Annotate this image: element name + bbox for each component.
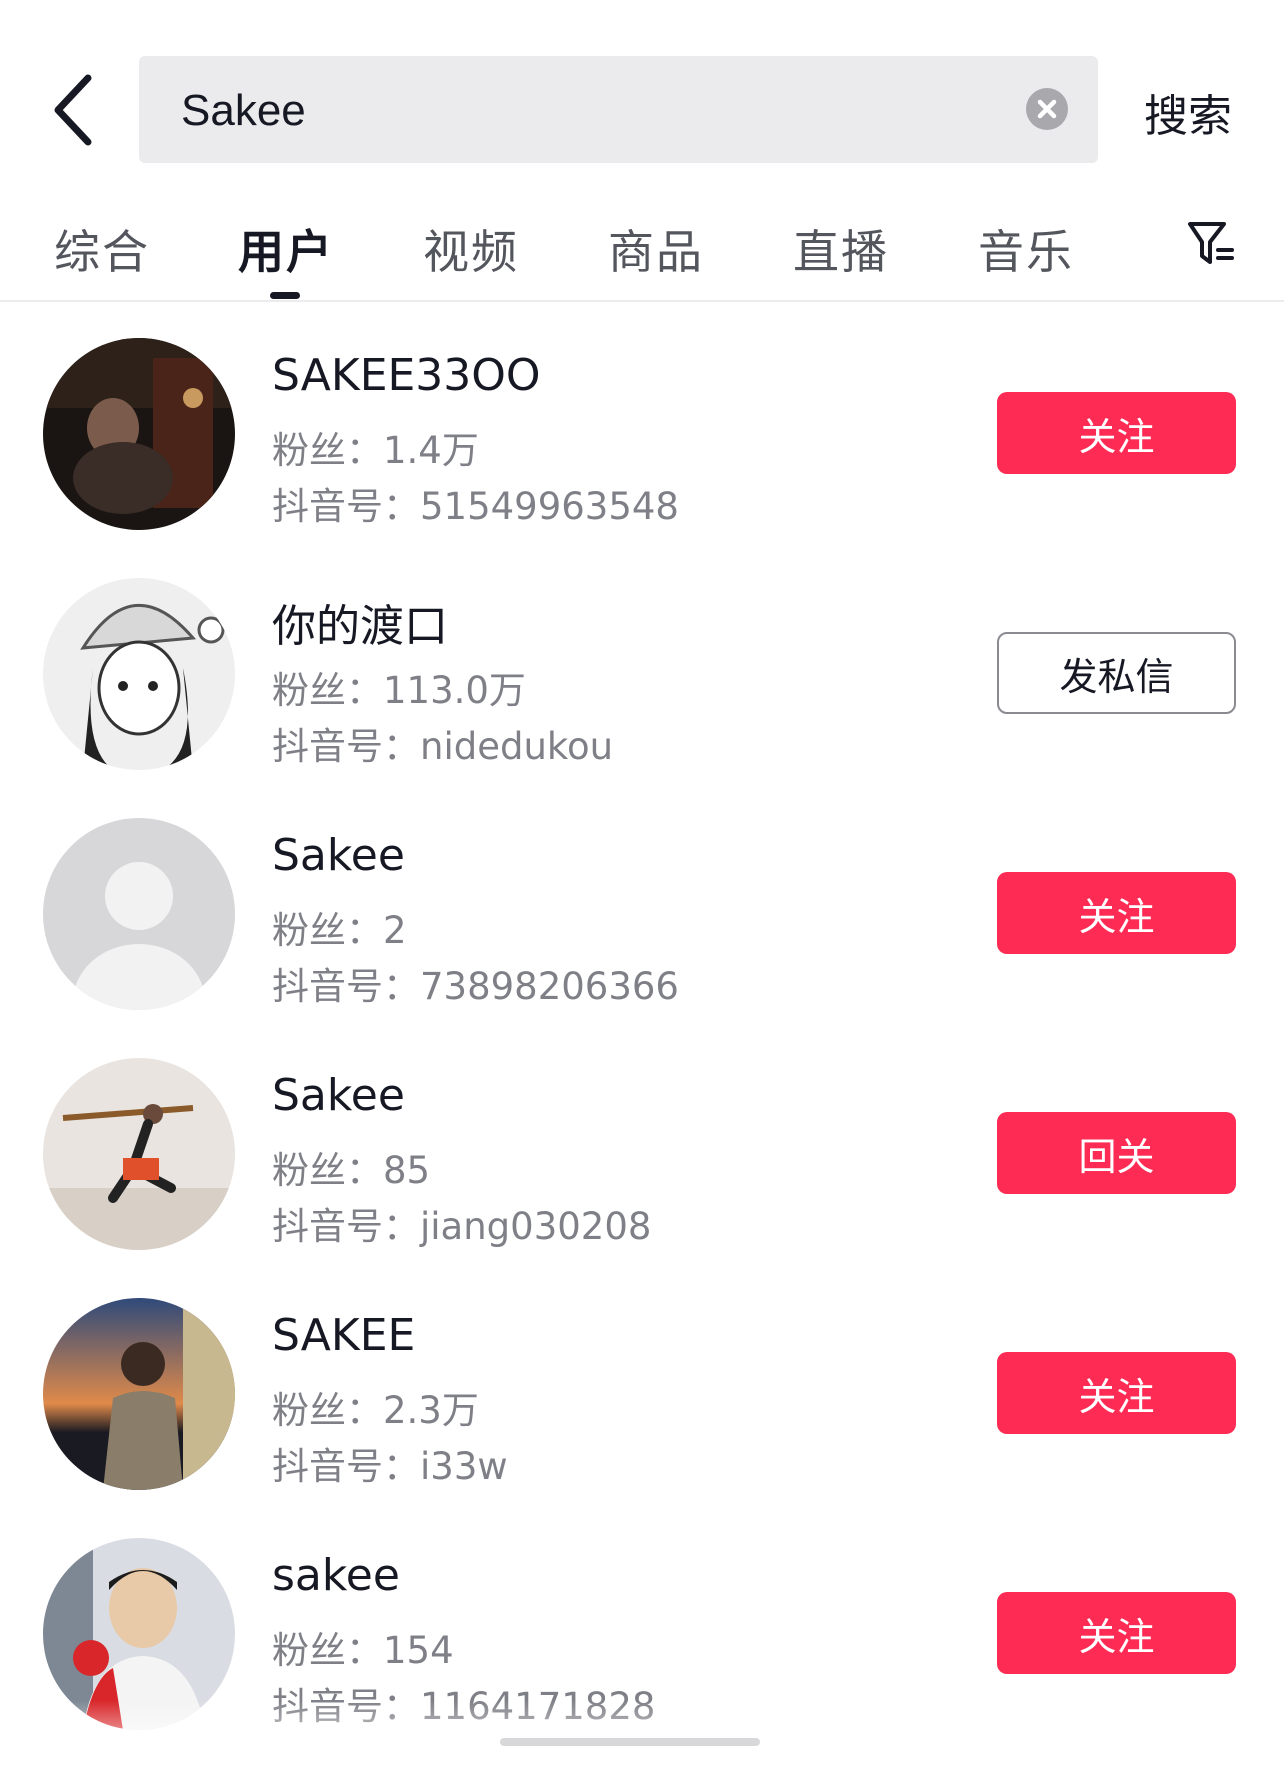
- fans-value: 2.3万: [383, 1389, 479, 1432]
- douyin-id-value: 73898206366: [420, 965, 679, 1008]
- avatar[interactable]: [43, 1298, 235, 1490]
- user-row[interactable]: Sakee 粉丝：2 抖音号：73898206366 关注: [0, 818, 1284, 1058]
- back-button[interactable]: [48, 72, 100, 148]
- avatar-image: [43, 338, 235, 530]
- douyin-id: 抖音号：51549963548: [272, 476, 679, 530]
- fans-count: 粉丝：85: [272, 1140, 430, 1194]
- home-indicator: [500, 1738, 760, 1746]
- douyin-id: 抖音号：i33w: [272, 1436, 508, 1490]
- default-avatar-icon: [43, 818, 235, 1010]
- douyin-id-value: 51549963548: [420, 485, 679, 528]
- bottom-fade: [0, 1700, 1284, 1758]
- tab-users[interactable]: 用户: [238, 216, 334, 282]
- douyin-id: 抖音号：73898206366: [272, 956, 679, 1010]
- avatar[interactable]: [43, 578, 235, 770]
- clear-circle-icon: [1037, 99, 1057, 119]
- fans-count: 粉丝：2: [272, 900, 407, 954]
- search-box: [139, 56, 1098, 165]
- douyin-id-label: 抖音号：: [272, 725, 420, 768]
- filter-icon: [1188, 222, 1234, 264]
- douyin-id: 抖音号：nidedukou: [272, 716, 613, 770]
- search-input[interactable]: [179, 56, 1003, 165]
- user-name[interactable]: Sakee: [272, 1070, 405, 1121]
- fans-value: 154: [383, 1629, 454, 1672]
- active-tab-indicator: [270, 292, 300, 299]
- douyin-id-label: 抖音号：: [272, 1445, 420, 1488]
- follow-button[interactable]: 关注: [997, 872, 1236, 954]
- follow-back-button[interactable]: 回关: [997, 1112, 1236, 1194]
- fans-count: 粉丝：113.0万: [272, 660, 526, 714]
- fans-value: 2: [383, 909, 407, 952]
- fans-value: 113.0万: [383, 669, 526, 712]
- follow-button[interactable]: 关注: [997, 392, 1236, 474]
- fans-value: 85: [383, 1149, 431, 1192]
- douyin-id: 抖音号：jiang030208: [272, 1196, 651, 1250]
- douyin-id-value: jiang030208: [420, 1205, 652, 1248]
- fans-label: 粉丝：: [272, 1149, 383, 1192]
- filter-button[interactable]: [1186, 218, 1238, 270]
- avatar-image: [43, 1058, 235, 1250]
- search-button[interactable]: 搜索: [1144, 80, 1232, 144]
- fans-count: 粉丝：1.4万: [272, 420, 479, 474]
- user-row[interactable]: 你的渡口 粉丝：113.0万 抖音号：nidedukou 发私信: [0, 578, 1284, 818]
- fans-label: 粉丝：: [272, 429, 383, 472]
- user-name[interactable]: Sakee: [272, 830, 405, 881]
- avatar[interactable]: [43, 1058, 235, 1250]
- douyin-id-label: 抖音号：: [272, 485, 420, 528]
- chevron-left-icon: [54, 74, 92, 146]
- avatar-image: [43, 1298, 235, 1490]
- tab-products[interactable]: 商品: [608, 216, 704, 282]
- douyin-id-value: nidedukou: [420, 725, 614, 768]
- fans-value: 1.4万: [383, 429, 479, 472]
- user-row[interactable]: Sakee 粉丝：85 抖音号：jiang030208 回关: [0, 1058, 1284, 1298]
- tab-comprehensive[interactable]: 综合: [54, 216, 150, 282]
- follow-button[interactable]: 关注: [997, 1352, 1236, 1434]
- avatar[interactable]: [43, 338, 235, 530]
- fans-label: 粉丝：: [272, 1389, 383, 1432]
- douyin-id-label: 抖音号：: [272, 965, 420, 1008]
- clear-search-button[interactable]: [1026, 88, 1068, 130]
- tab-videos[interactable]: 视频: [423, 216, 519, 282]
- follow-button[interactable]: 关注: [997, 1592, 1236, 1674]
- user-name[interactable]: sakee: [272, 1550, 400, 1601]
- user-name[interactable]: SAKEE: [272, 1310, 415, 1361]
- tab-live[interactable]: 直播: [793, 216, 889, 282]
- message-button[interactable]: 发私信: [997, 632, 1236, 714]
- fans-label: 粉丝：: [272, 909, 383, 952]
- user-row[interactable]: SAKEE33OO 粉丝：1.4万 抖音号：51549963548 关注: [0, 338, 1284, 578]
- fans-count: 粉丝：154: [272, 1620, 454, 1674]
- user-name[interactable]: SAKEE33OO: [272, 350, 541, 401]
- result-tabs: 综合 用户 视频 商品 直播 音乐: [0, 200, 1284, 302]
- fans-label: 粉丝：: [272, 1629, 383, 1672]
- fans-label: 粉丝：: [272, 669, 383, 712]
- douyin-id-value: i33w: [420, 1445, 508, 1488]
- search-header: 搜索: [0, 0, 1284, 180]
- fans-count: 粉丝：2.3万: [272, 1380, 479, 1434]
- avatar[interactable]: [43, 818, 235, 1010]
- douyin-id-label: 抖音号：: [272, 1205, 420, 1248]
- user-name[interactable]: 你的渡口: [272, 590, 448, 654]
- avatar-image: [43, 578, 235, 770]
- user-row[interactable]: SAKEE 粉丝：2.3万 抖音号：i33w 关注: [0, 1298, 1284, 1538]
- tab-music[interactable]: 音乐: [978, 216, 1074, 282]
